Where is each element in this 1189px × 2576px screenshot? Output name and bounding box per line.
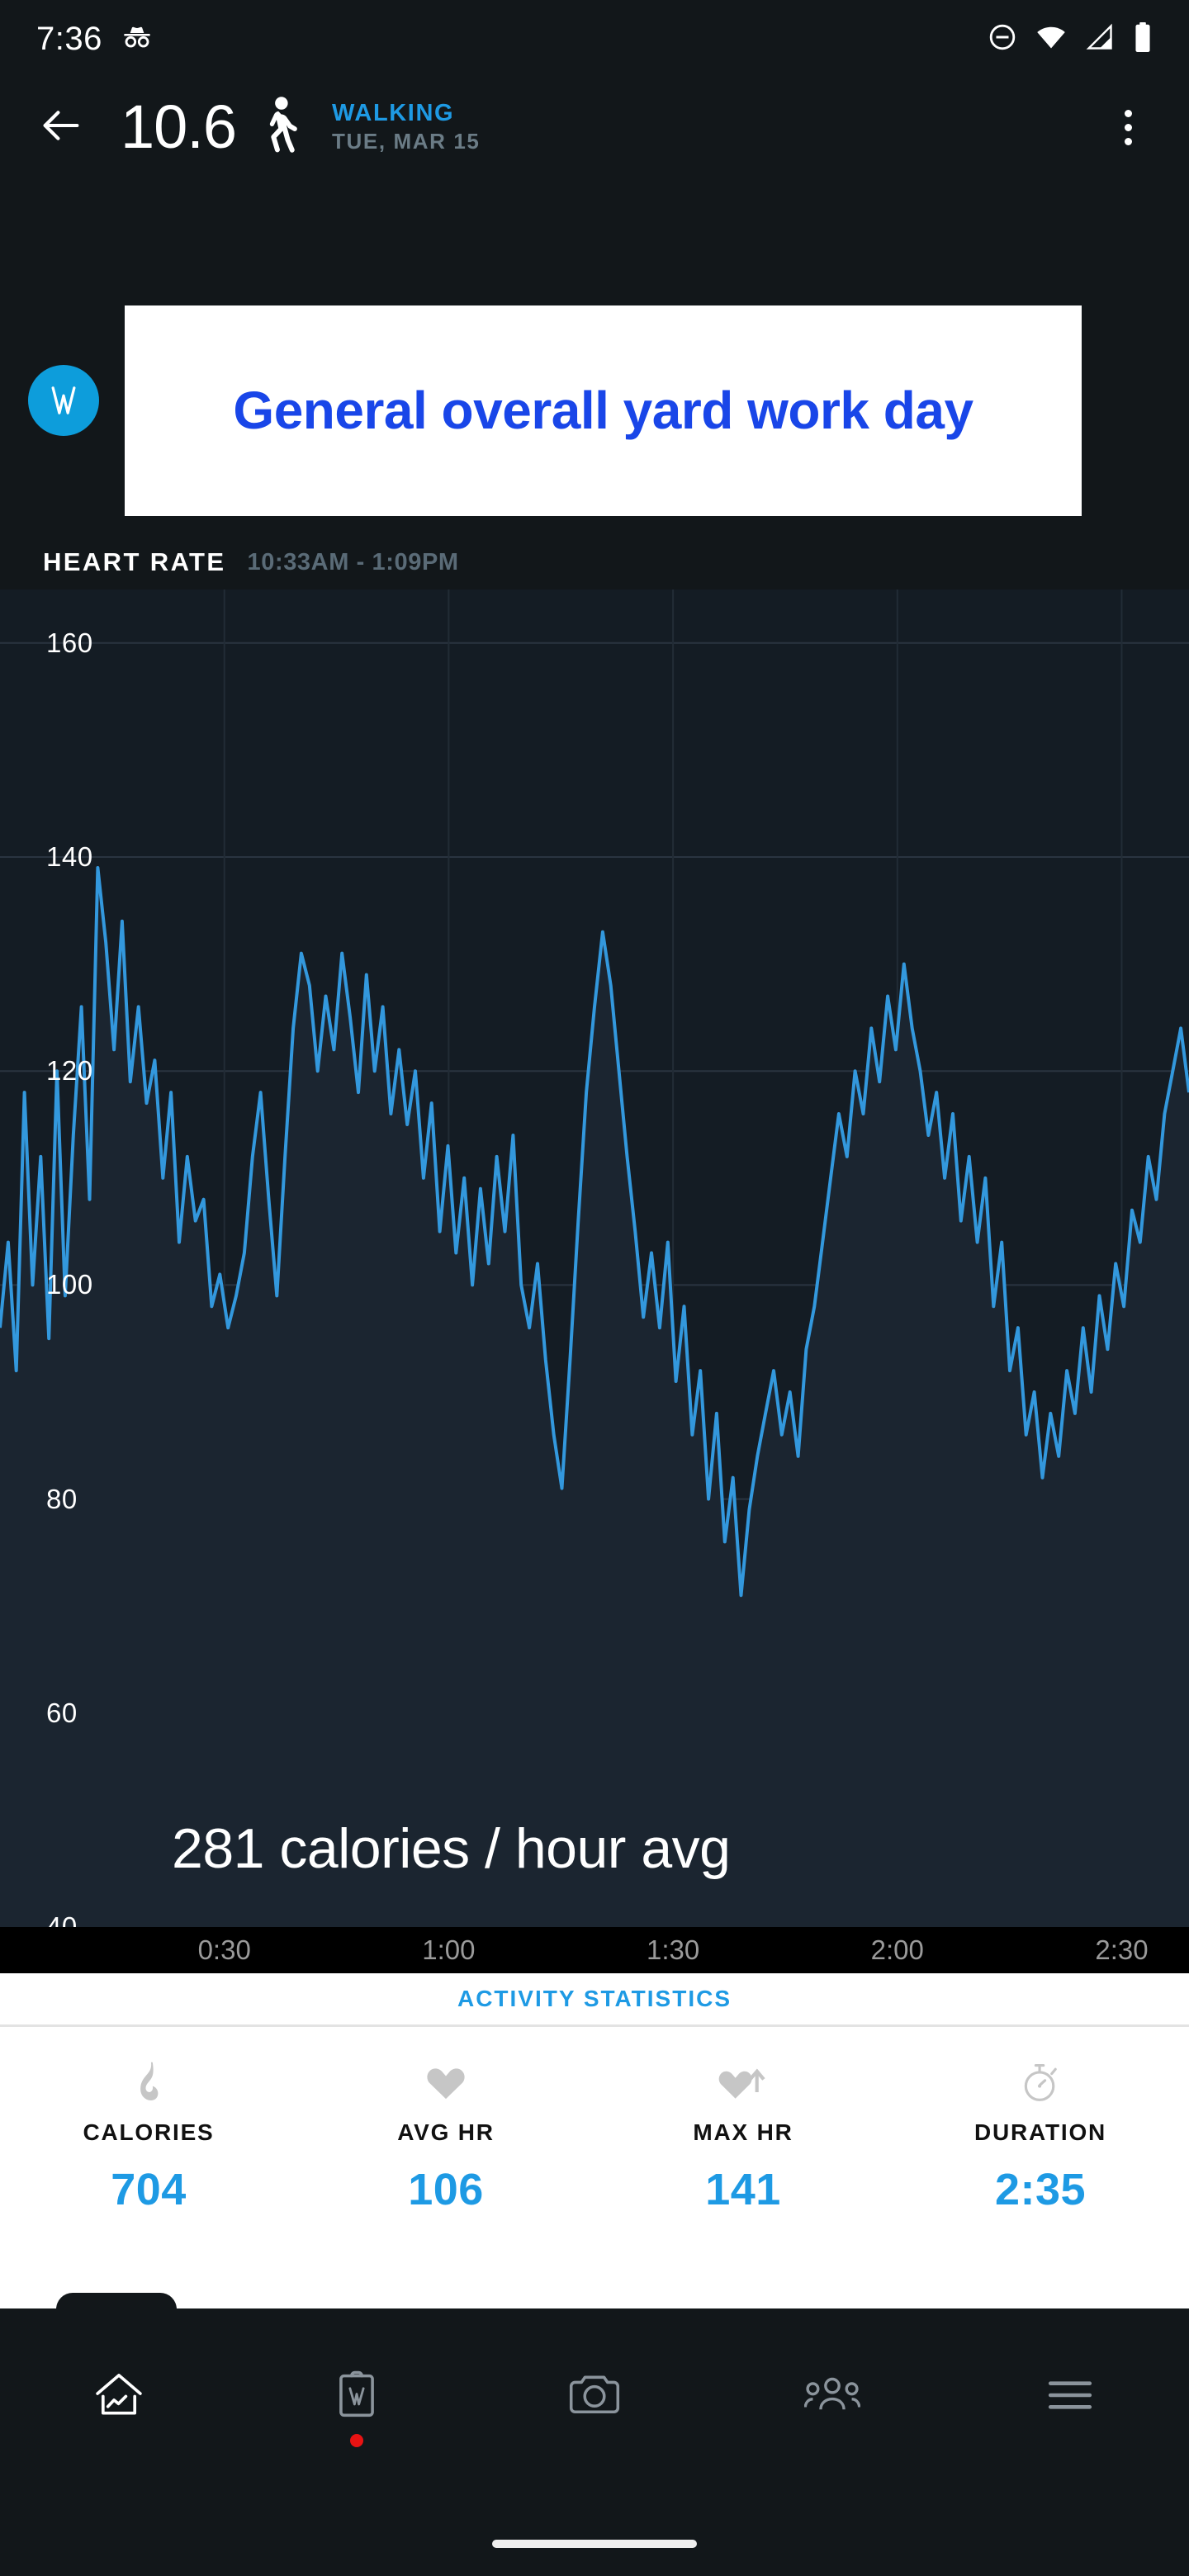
chart-y-tick-60: 60 — [46, 1697, 78, 1728]
activity-date-label: TUE, MAR 15 — [332, 128, 481, 154]
heart-rate-title: HEART RATE — [43, 547, 226, 576]
nav-button-people[interactable] — [713, 2308, 951, 2457]
more-vertical-icon-dot2 — [1124, 123, 1132, 131]
chart-y-tick-40: 40 — [46, 1911, 78, 1927]
stat-value: 704 — [111, 2165, 187, 2214]
stat-label: CALORIES — [83, 2119, 215, 2145]
back-button[interactable] — [30, 96, 92, 159]
stat-max-hr[interactable]: MAX HR 141 — [594, 2057, 892, 2215]
activity-statistics-banner[interactable]: ACTIVITY STATISTICS — [0, 1973, 1189, 2024]
cellular-signal-icon — [1085, 22, 1115, 56]
heart-rate-area — [0, 868, 1189, 1927]
incognito-icon — [121, 21, 154, 58]
do-not-disturb-icon — [988, 22, 1017, 56]
stat-value: 106 — [408, 2165, 484, 2214]
stat-value: 2:35 — [994, 2165, 1087, 2214]
note-card[interactable]: General overall yard work day — [125, 305, 1082, 516]
walking-person-icon — [254, 95, 302, 159]
chart-x-tick-1: 1:00 — [422, 1934, 476, 1965]
stat-calories[interactable]: CALORIES 704 — [0, 2057, 297, 2215]
activity-info: WALKING TUE, MAR 15 — [332, 100, 480, 154]
chart-y-tick-140: 140 — [46, 841, 93, 872]
heart-rate-chart-svg — [0, 590, 1189, 1927]
nav-button-menu[interactable] — [951, 2308, 1189, 2457]
chart-x-axis: 0:30 1:00 1:30 2:00 2:30 — [0, 1927, 1189, 1973]
back-arrow-icon — [37, 102, 85, 154]
menu-icon — [1045, 2375, 1096, 2419]
chart-y-tick-80: 80 — [46, 1483, 78, 1514]
note-row: General overall yard work day — [0, 305, 1189, 520]
clipboard-w-icon — [333, 2370, 381, 2425]
chart-x-tick-0: 0:30 — [197, 1934, 251, 1965]
chart-y-tick-160: 160 — [46, 627, 93, 658]
app-bar: 10.6 WALKING TUE, MAR 15 — [0, 78, 1189, 177]
chart-y-tick-100: 100 — [46, 1269, 93, 1300]
nav-button-home-chart[interactable] — [0, 2308, 238, 2457]
status-bar: 7:36 — [0, 0, 1189, 78]
stats-row: CALORIES 704 AVG HR 106 MAX HR 141 DURATION 2:3… — [0, 2027, 1189, 2215]
home-chart-icon — [92, 2369, 145, 2426]
status-bar-right — [988, 21, 1153, 57]
nav-button-clipboard-w[interactable] — [238, 2308, 476, 2457]
stopwatch-icon — [1021, 2057, 1059, 2108]
heart-icon — [425, 2057, 467, 2108]
activity-statistics-section: ACTIVITY STATISTICS CALORIES 704 AVG HR 106… — [0, 1973, 1189, 2308]
chart-x-tick-2: 1:30 — [646, 1934, 700, 1965]
stat-avg-hr[interactable]: AVG HR 106 — [297, 2057, 594, 2215]
distance-value: 10.6 — [121, 92, 237, 161]
stat-label: AVG HR — [397, 2119, 495, 2145]
stat-value: 141 — [705, 2165, 781, 2214]
heart-up-icon — [718, 2057, 768, 2108]
calories-per-hour-overlay: 281 calories / hour avg — [172, 1817, 731, 1880]
bottom-navigation-bar — [0, 2308, 1189, 2576]
people-icon — [803, 2373, 861, 2422]
status-bar-clock: 7:36 — [36, 20, 102, 57]
more-vertical-icon — [1124, 109, 1132, 117]
heart-rate-time-range: 10:33AM - 1:09PM — [247, 548, 459, 575]
activity-statistics-label: ACTIVITY STATISTICS — [457, 1986, 732, 2011]
more-options-button[interactable] — [1097, 96, 1159, 159]
home-indicator — [492, 2540, 697, 2548]
activity-type-label: WALKING — [332, 100, 455, 127]
stat-label: DURATION — [973, 2119, 1107, 2145]
chart-x-tick-4: 2:30 — [1095, 1934, 1149, 1965]
avatar[interactable] — [28, 365, 99, 436]
notification-badge — [350, 2434, 363, 2447]
heart-rate-chart[interactable]: 160 140 120 100 80 60 40 281 calories / hour a… — [0, 590, 1189, 1927]
chart-x-tick-3: 2:00 — [870, 1934, 924, 1965]
activity-detail-screen: 7:36 10.6 WALKING TUE, MAR 15 General ov… — [0, 0, 1189, 2576]
wifi-icon — [1035, 21, 1067, 57]
status-bar-left: 7:36 — [36, 21, 154, 58]
heart-rate-header: HEART RATE 10:33AM - 1:09PM — [0, 535, 1189, 590]
flame-icon — [130, 2057, 167, 2108]
nav-button-camera[interactable] — [476, 2308, 713, 2457]
stat-duration[interactable]: DURATION 2:35 — [892, 2057, 1189, 2215]
camera-icon — [567, 2371, 622, 2423]
battery-icon — [1133, 21, 1153, 57]
note-text: General overall yard work day — [233, 381, 973, 441]
chart-y-tick-120: 120 — [46, 1055, 93, 1087]
more-vertical-icon-dot3 — [1124, 137, 1132, 145]
stat-label: MAX HR — [693, 2119, 793, 2145]
